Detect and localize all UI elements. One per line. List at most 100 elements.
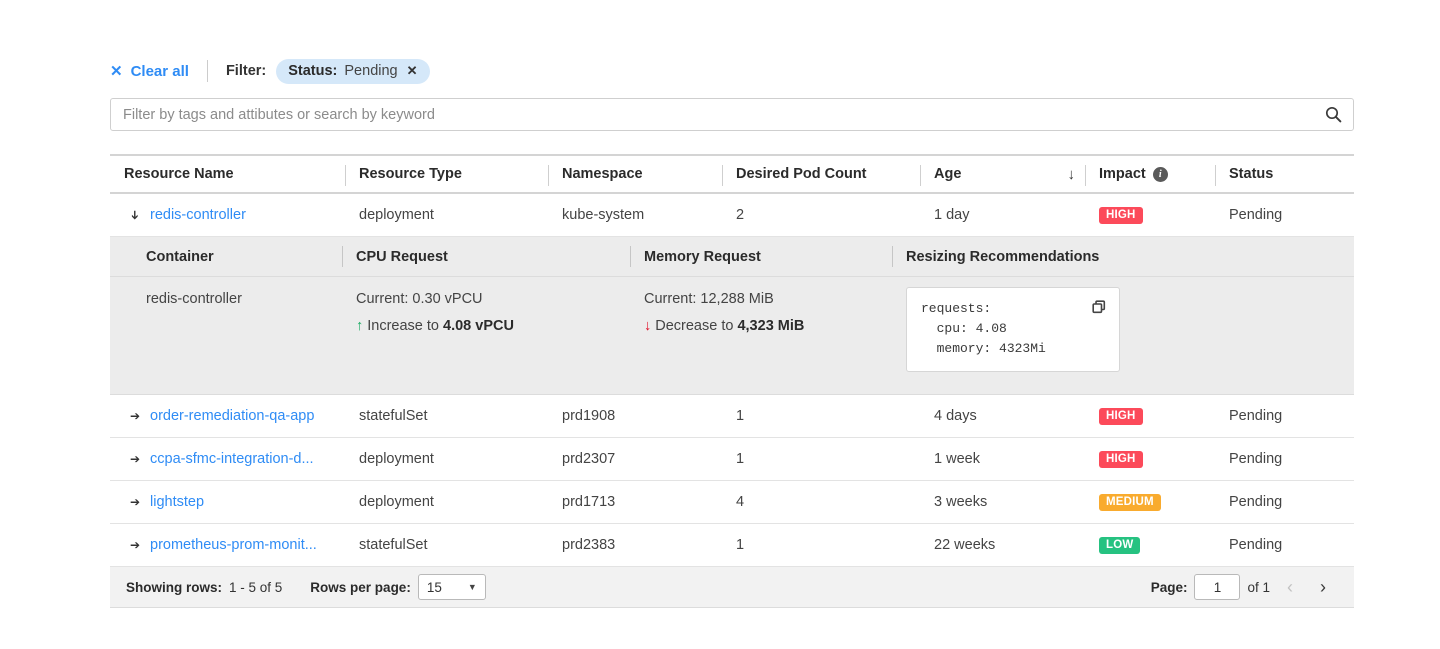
cell-resource-type: statefulSet xyxy=(359,408,428,425)
cell-pod-count: 2 xyxy=(736,207,745,223)
chevron-right-icon[interactable]: ➔ xyxy=(124,409,146,423)
column-label: Desired Pod Count xyxy=(736,166,867,182)
table-row[interactable]: ➔ prometheus-prom-monit... statefulSet p… xyxy=(110,524,1354,568)
page-label: Page: xyxy=(1150,579,1188,595)
table-row[interactable]: ➔ lightstep deployment prd1713 4 3 weeks… xyxy=(110,481,1354,525)
page-input[interactable] xyxy=(1194,574,1241,601)
cell-resource-type: statefulSet xyxy=(359,537,428,554)
cell-age: 22 weeks xyxy=(934,537,996,554)
column-label: Resource Name xyxy=(124,166,234,182)
detail-container-name: redis-controller xyxy=(146,291,242,307)
table-row[interactable]: ➔ order-remediation-qa-app statefulSet p… xyxy=(110,395,1354,439)
table-footer: Showing rows: 1 - 5 of 5 Rows per page: … xyxy=(110,567,1354,609)
chevron-down-icon: ▼ xyxy=(467,582,477,593)
table-row[interactable]: ➔ ccpa-sfmc-integration-d... deployment … xyxy=(110,438,1354,482)
divider xyxy=(206,60,208,82)
detail-cpu-request: Current: 0.30 vPCU ↑ Increase to 4.08 vPC… xyxy=(342,291,630,334)
filter-chip-status[interactable]: Status: Pending ✕ xyxy=(276,58,430,84)
detail-column-container: Container xyxy=(146,248,214,265)
cell-resource-name: ➔ lightstep xyxy=(110,481,345,523)
column-header-namespace[interactable]: Namespace xyxy=(548,156,722,192)
clear-all-button[interactable]: ✕ Clear all xyxy=(110,63,189,80)
pagination-group: Page: of 1 ‹ › xyxy=(1150,574,1336,601)
close-icon: ✕ xyxy=(110,62,123,80)
cell-resource-name: ➔ order-remediation-qa-app xyxy=(110,395,345,437)
cell-namespace: prd2383 xyxy=(562,537,616,554)
resource-link[interactable]: redis-controller xyxy=(150,207,246,223)
detail-memory-request: Current: 12,288 MiB ↓ Decrease to 4,323 M… xyxy=(630,291,892,334)
cell-age: 4 days xyxy=(934,408,977,425)
next-page-button[interactable]: › xyxy=(1310,577,1336,598)
rows-per-page-group: Rows per page: 15 ▼ xyxy=(310,574,486,601)
detail-body-row: redis-controller Current: 0.30 vPCU ↑ Inc… xyxy=(110,277,1354,394)
cpu-change-value: 4.08 vPCU xyxy=(443,318,514,334)
rows-per-page-select[interactable]: 15 ▼ xyxy=(417,574,486,601)
rows-per-page-label: Rows per page: xyxy=(310,579,411,595)
column-header-status[interactable]: Status xyxy=(1215,156,1354,192)
cpu-change-prefix: Increase to xyxy=(367,318,444,334)
prev-page-button[interactable]: ‹ xyxy=(1277,577,1303,598)
cell-resource-name: ➔ prometheus-prom-monit... xyxy=(110,524,345,566)
column-label: Resource Type xyxy=(359,166,462,182)
cell-resource-type: deployment xyxy=(359,207,434,223)
cell-age: 1 week xyxy=(934,451,980,468)
column-header-age[interactable]: Age ↓ xyxy=(920,156,1085,192)
recommendation-code-block: requests: cpu: 4.08 memory: 4323Mi xyxy=(906,287,1120,373)
resource-link[interactable]: ccpa-sfmc-integration-d... xyxy=(150,451,314,467)
detail-column-memory-request: Memory Request xyxy=(630,237,892,276)
search-icon xyxy=(1325,106,1341,123)
cell-resource-type: deployment xyxy=(359,494,434,511)
cpu-recommendation: ↑ Increase to 4.08 vPCU xyxy=(356,318,630,334)
cell-pod-count: 1 xyxy=(736,451,745,468)
cell-age: 3 weeks xyxy=(934,494,988,511)
chevron-right-icon[interactable]: ➔ xyxy=(124,495,146,509)
page-root: ✕ Clear all Filter: Status: Pending ✕ Re… xyxy=(0,0,1440,649)
showing-rows-label: Showing rows: xyxy=(126,579,222,595)
cell-resource-name: ➔ redis-controller xyxy=(110,194,345,236)
chevron-right-icon[interactable]: ➔ xyxy=(124,538,146,552)
rows-per-page-value: 15 xyxy=(426,579,442,595)
column-header-resource-type[interactable]: Resource Type xyxy=(345,156,548,192)
column-header-impact[interactable]: Impact i xyxy=(1085,156,1215,192)
resource-link[interactable]: order-remediation-qa-app xyxy=(150,408,314,424)
cell-pod-count: 4 xyxy=(736,494,745,511)
detail-recommendations: requests: cpu: 4.08 memory: 4323Mi xyxy=(892,287,1292,373)
code-text: requests: cpu: 4.08 memory: 4323Mi xyxy=(921,301,1046,357)
detail-column-cpu-request: CPU Request xyxy=(342,237,630,276)
cell-namespace: prd1908 xyxy=(562,408,616,425)
cell-namespace: prd2307 xyxy=(562,451,616,468)
detail-header-row: Container CPU Request Memory Request Res… xyxy=(110,237,1354,277)
chip-close-icon[interactable]: ✕ xyxy=(407,64,418,77)
resources-table: Resource Name Resource Type Namespace De… xyxy=(110,154,1354,609)
cell-impact: LOW xyxy=(1085,524,1215,566)
column-label: Status xyxy=(1229,166,1274,182)
info-icon[interactable]: i xyxy=(1152,166,1168,182)
cell-namespace: prd1713 xyxy=(562,494,616,511)
chevron-right-icon[interactable]: ➔ xyxy=(124,452,146,466)
cpu-current: Current: 0.30 vPCU xyxy=(356,291,483,307)
table-header-row: Resource Name Resource Type Namespace De… xyxy=(110,154,1354,194)
resource-link[interactable]: lightstep xyxy=(150,494,204,510)
filter-bar: ✕ Clear all Filter: Status: Pending ✕ xyxy=(110,56,430,86)
resource-link[interactable]: prometheus-prom-monit... xyxy=(150,537,317,553)
table-row[interactable]: ➔ redis-controller deployment kube-syste… xyxy=(110,194,1354,237)
cell-impact: HIGH xyxy=(1085,194,1215,236)
cell-status: Pending xyxy=(1229,408,1283,425)
chevron-down-icon[interactable]: ➔ xyxy=(128,204,142,226)
search-input[interactable] xyxy=(111,106,1313,123)
memory-current: Current: 12,288 MiB xyxy=(644,291,774,307)
column-label: Impact xyxy=(1099,166,1146,182)
search-button[interactable] xyxy=(1313,99,1353,130)
arrow-down-icon: ↓ xyxy=(644,318,652,334)
page-total: of 1 xyxy=(1247,579,1270,595)
column-label: Age xyxy=(934,166,962,182)
filter-chip-key: Status: xyxy=(288,62,338,79)
column-header-resource-name[interactable]: Resource Name xyxy=(110,156,345,192)
column-header-desired-pod-count[interactable]: Desired Pod Count xyxy=(722,156,920,192)
showing-rows-group: Showing rows: 1 - 5 of 5 xyxy=(126,580,282,595)
sort-arrow-down-icon[interactable]: ↓ xyxy=(1068,166,1076,183)
cell-impact: HIGH xyxy=(1085,395,1215,437)
search-bar[interactable] xyxy=(110,98,1354,131)
copy-icon[interactable] xyxy=(1091,299,1107,322)
cell-impact: MEDIUM xyxy=(1085,481,1215,523)
